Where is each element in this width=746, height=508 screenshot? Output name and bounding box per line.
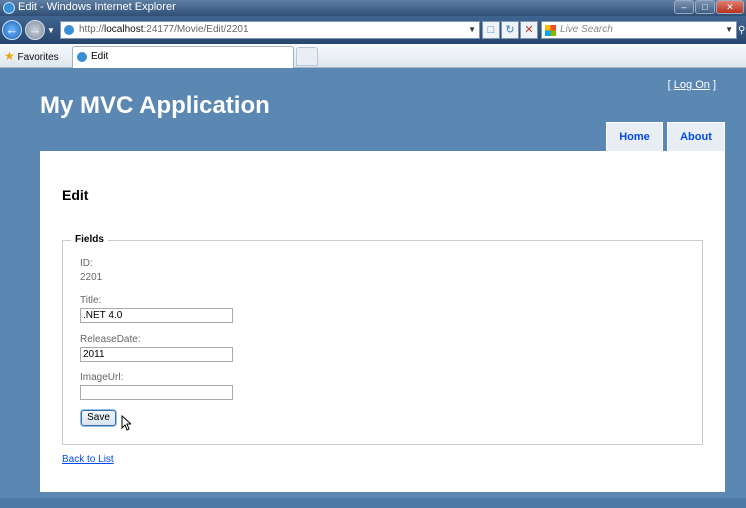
back-arrow-icon: ← [5, 22, 19, 37]
window-title: Edit - Windows Internet Explorer [18, 1, 176, 13]
search-placeholder: Live Search [560, 24, 613, 35]
address-dropdown-icon[interactable]: ▼ [468, 22, 476, 38]
login-bracket-close: ] [712, 79, 716, 91]
url-host: localhost [104, 24, 144, 35]
live-search-logo-icon [545, 25, 556, 36]
ie-logo-icon [3, 2, 15, 14]
browser-tab-edit[interactable]: Edit [72, 46, 294, 68]
maximize-button[interactable]: □ [695, 0, 715, 14]
favorites-star-icon: ★ [4, 49, 15, 63]
address-input[interactable]: http://localhost:24177/Movie/Edit/2201 ▼ [60, 21, 480, 39]
window-controls: – □ ✕ [674, 0, 744, 14]
tab-label: Edit [91, 51, 109, 62]
close-window-button[interactable]: ✕ [716, 0, 744, 14]
app-title: My MVC Application [40, 92, 270, 119]
release-date-input[interactable]: 2011 [80, 347, 233, 362]
address-toolbar: ← → ▼ http://localhost:24177/Movie/Edit/… [0, 16, 746, 44]
refresh-button[interactable]: ↻ [501, 21, 519, 39]
login-display: [ Log On ] [668, 79, 716, 91]
save-button[interactable]: Save [81, 410, 116, 426]
release-date-label: ReleaseDate: [80, 334, 141, 345]
window-bottom-edge [0, 498, 746, 508]
login-bracket-open: [ [667, 79, 671, 91]
title-label: Title: [80, 295, 102, 306]
forward-arrow-icon: → [28, 22, 42, 37]
recent-pages-dropdown-icon[interactable]: ▼ [47, 26, 55, 35]
back-to-list-link[interactable]: Back to List [62, 454, 114, 465]
fields-fieldset: Fields ID: 2201 Title: .NET 4.0 ReleaseD… [62, 234, 703, 445]
search-input[interactable]: Live Search ▼ [541, 21, 737, 39]
tab-page-icon [77, 52, 87, 62]
window-title-bar: Edit - Windows Internet Explorer – □ ✕ [0, 0, 746, 16]
favorites-label: Favorites [17, 52, 59, 63]
menu-home[interactable]: Home [606, 122, 663, 151]
id-label: ID: [80, 258, 93, 269]
fieldset-legend: Fields [71, 234, 108, 245]
favorites-button[interactable]: ★ Favorites [4, 49, 59, 63]
url-prefix: http:// [79, 24, 105, 35]
main-content: Edit Fields ID: 2201 Title: .NET 4.0 Rel… [40, 151, 725, 492]
menu-about[interactable]: About [667, 122, 725, 151]
mouse-cursor-icon [121, 415, 131, 431]
search-go-icon[interactable]: ⚲ [738, 25, 745, 36]
stop-button[interactable]: ✕ [520, 21, 538, 39]
search-options-dropdown-icon[interactable]: ▼ [725, 22, 733, 38]
minimize-button[interactable]: – [674, 0, 694, 14]
image-url-input[interactable] [80, 385, 233, 400]
image-url-label: ImageUrl: [80, 372, 124, 383]
url-path: :24177/Movie/Edit/2201 [143, 24, 249, 35]
page-title: Edit [62, 187, 89, 203]
page-icon [64, 25, 74, 35]
title-input[interactable]: .NET 4.0 [80, 308, 233, 323]
forward-button[interactable]: → [25, 20, 45, 40]
compatibility-view-button[interactable]: □ [482, 21, 500, 39]
id-value: 2201 [80, 272, 103, 283]
new-tab-button[interactable] [296, 47, 318, 66]
back-button[interactable]: ← [2, 20, 22, 40]
favorites-bar: ★ Favorites Edit [0, 44, 746, 68]
log-on-link[interactable]: Log On [674, 79, 710, 91]
